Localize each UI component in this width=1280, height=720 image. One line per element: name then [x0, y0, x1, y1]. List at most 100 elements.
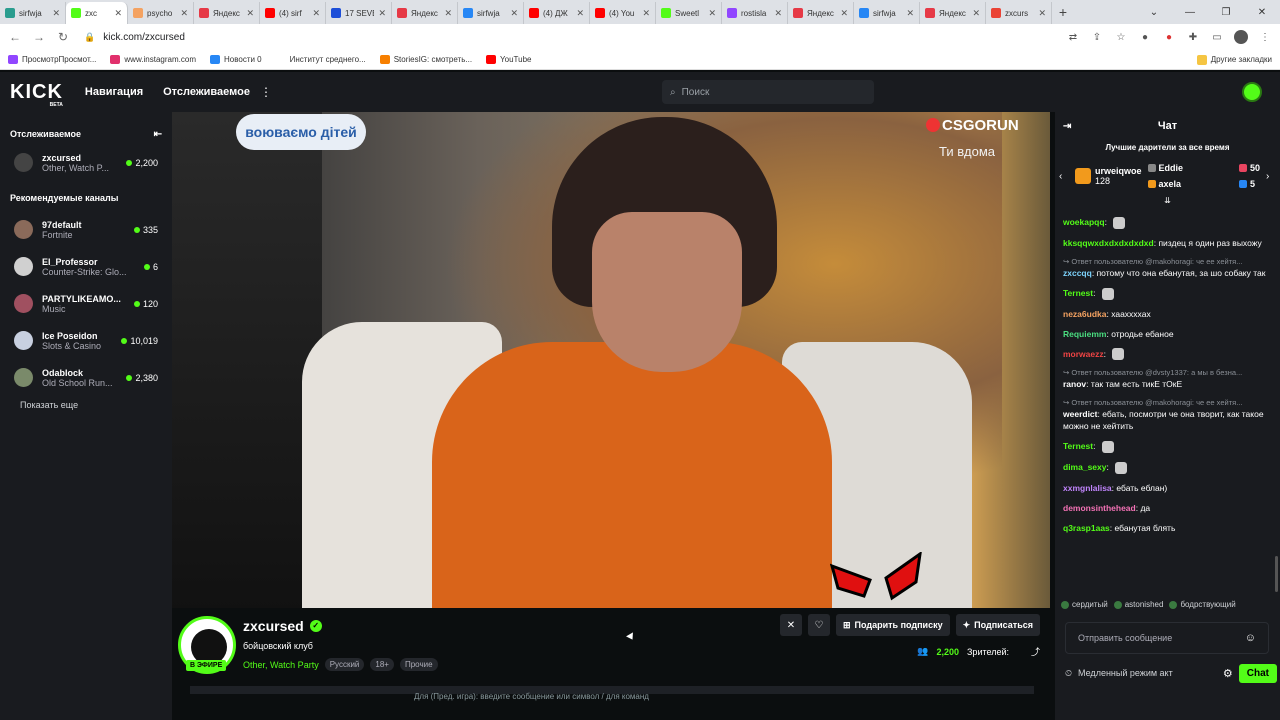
sidebar-channel[interactable]: PARTYLIKEAMO... Music 120 [0, 285, 172, 322]
chat-send-button[interactable]: Chat [1238, 663, 1277, 683]
mute-notifications-button[interactable]: ✕ [779, 614, 802, 636]
reply-context[interactable]: ↪ Ответ пользователю @makohoragi: че ее … [1063, 398, 1272, 408]
bookmark-item[interactable]: Новости 0 [209, 55, 262, 64]
browser-tab[interactable]: Яндекс ✕ [788, 2, 854, 24]
chat-username[interactable]: xxmgnlalisa [1063, 483, 1112, 493]
close-tab-icon[interactable]: ✕ [840, 8, 848, 19]
chat-username[interactable]: weerdict [1063, 409, 1098, 419]
browser-tab[interactable]: 17 SEVE ✕ [326, 2, 392, 24]
close-icon[interactable]: ✕ [1244, 7, 1280, 18]
show-more-link[interactable]: Показать еще [0, 396, 172, 414]
sidebar-channel[interactable]: Ice Poseidon Slots & Casino 10,019 [0, 322, 172, 359]
browser-tab[interactable]: (4) sirf ✕ [260, 2, 326, 24]
user-avatar[interactable] [1242, 82, 1262, 102]
browser-tab[interactable]: rostisla ✕ [722, 2, 788, 24]
browser-tab[interactable]: Sweetl ✕ [656, 2, 722, 24]
back-icon[interactable]: ← [8, 30, 22, 44]
close-tab-icon[interactable]: ✕ [114, 8, 122, 19]
chat-scrollbar[interactable] [1275, 556, 1278, 592]
adblock-icon[interactable]: ● [1162, 32, 1176, 43]
nav-link-following[interactable]: Отслеживаемое [163, 86, 250, 98]
browser-tab[interactable]: zxcurs ✕ [986, 2, 1052, 24]
browser-tab[interactable]: psycho ✕ [128, 2, 194, 24]
translate-icon[interactable]: ⇄ [1066, 32, 1080, 43]
stream-category[interactable]: Other, Watch Party [243, 660, 319, 670]
close-tab-icon[interactable]: ✕ [52, 8, 60, 19]
other-bookmarks[interactable]: Другие закладки [1196, 54, 1272, 65]
emote-suggestion[interactable]: astonished [1113, 600, 1163, 609]
chat-username[interactable]: kksqqwxdxdxdxdxdxd [1063, 238, 1154, 248]
maximize-icon[interactable]: ❐ [1208, 7, 1244, 18]
bookmark-item[interactable]: ПросмотрПросмот... [8, 55, 96, 64]
video-player[interactable]: воюваємо дітей CSGORUN Ти вдома [172, 112, 1050, 612]
subscribe-button[interactable]: ✦ Подписаться [955, 614, 1040, 636]
bookmark-item[interactable]: YouTube [486, 55, 531, 64]
chat-username[interactable]: ranov [1063, 379, 1086, 389]
more-menu-icon[interactable]: ⋮ [260, 85, 272, 99]
reload-icon[interactable]: ↻ [56, 30, 70, 44]
emote-suggestion[interactable]: бодрствующий [1169, 600, 1236, 609]
tag-chip[interactable]: 18+ [370, 658, 394, 671]
chat-username[interactable]: zxccqq [1063, 268, 1092, 278]
browser-tab[interactable]: sirfwja ✕ [0, 2, 66, 24]
chevron-down-icon[interactable]: ⌄ [1136, 7, 1172, 18]
lock-icon[interactable]: 🔒 [84, 32, 95, 43]
share-icon[interactable]: ⤴ [1031, 645, 1040, 658]
close-tab-icon[interactable]: ✕ [312, 8, 320, 19]
sidebar-channel[interactable]: Odablock Old School Run... 2,380 [0, 359, 172, 396]
emote-suggestion[interactable]: сердитый [1061, 600, 1108, 609]
chat-username[interactable]: neza6udka [1063, 309, 1106, 319]
gear-icon[interactable]: ⚙ [1223, 667, 1233, 680]
browser-tab[interactable]: Яндекс ✕ [392, 2, 458, 24]
chat-username[interactable]: morwaezz [1063, 349, 1104, 359]
chat-username[interactable]: Ternest [1063, 288, 1093, 298]
tag-chip[interactable]: Прочие [399, 658, 438, 671]
close-tab-icon[interactable]: ✕ [180, 8, 188, 19]
sidebar-channel[interactable]: 97default Fortnite 335 [0, 211, 172, 248]
sidebar-channel[interactable]: El_Professor Counter-Strike: Glo... 6 [0, 248, 172, 285]
close-tab-icon[interactable]: ✕ [444, 8, 452, 19]
bookmark-item[interactable]: StoriesIG: смотреть... [379, 55, 472, 64]
minimize-icon[interactable]: — [1172, 7, 1208, 18]
forward-icon[interactable]: → [32, 30, 46, 44]
kick-logo[interactable]: KICK BETA [10, 81, 63, 108]
browser-tab[interactable]: Яндекс ✕ [920, 2, 986, 24]
chat-username[interactable]: dima_sexy [1063, 462, 1106, 472]
chat-username[interactable]: Ternest [1063, 441, 1093, 451]
chat-input[interactable]: Отправить сообщение ☺ [1065, 622, 1269, 654]
close-tab-icon[interactable]: ✕ [510, 8, 518, 19]
browser-tab[interactable]: sirfwja ✕ [458, 2, 524, 24]
browser-tab[interactable]: zxc ✕ [66, 2, 128, 24]
chat-username[interactable]: demonsinthehead [1063, 503, 1136, 513]
browser-tab[interactable]: (4) ДЖ ✕ [524, 2, 590, 24]
reply-context[interactable]: ↪ Ответ пользователю @makohoragi: че ее … [1063, 257, 1272, 267]
collapse-sidebar-icon[interactable]: ⇤ [154, 129, 162, 140]
close-tab-icon[interactable]: ✕ [774, 8, 782, 19]
emoji-icon[interactable]: ☺ [1245, 632, 1256, 644]
chat-username[interactable]: woekapqq [1063, 217, 1105, 227]
chat-username[interactable]: q3rasp1aas [1063, 523, 1110, 533]
pin-icon[interactable]: ⇊ [1055, 196, 1280, 210]
browser-tab[interactable]: sirfwja ✕ [854, 2, 920, 24]
sidepanel-icon[interactable]: ▭ [1210, 32, 1224, 43]
puzzle-icon[interactable]: ✚ [1186, 32, 1200, 43]
browser-tab[interactable]: (4) You ✕ [590, 2, 656, 24]
chat-collapse-icon[interactable]: ⇥ [1063, 121, 1071, 132]
close-tab-icon[interactable]: ✕ [972, 8, 980, 19]
bookmark-item[interactable]: www.instagram.com [110, 55, 196, 64]
share-icon[interactable]: ⇪ [1090, 32, 1104, 43]
search-input[interactable]: ⌕ Поиск [662, 80, 874, 104]
close-tab-icon[interactable]: ✕ [378, 8, 386, 19]
close-tab-icon[interactable]: ✕ [1038, 8, 1046, 19]
star-icon[interactable]: ☆ [1114, 32, 1128, 43]
close-tab-icon[interactable]: ✕ [246, 8, 254, 19]
new-tab-button[interactable]: + [1052, 2, 1074, 24]
nav-link-browse[interactable]: Навигация [85, 86, 143, 98]
url-input[interactable]: 🔒 kick.com/zxcursed [80, 27, 1056, 47]
chevron-left-icon[interactable]: ‹ [1059, 171, 1069, 182]
sidebar-channel[interactable]: zxcursed Other, Watch P... 2,200 [0, 144, 172, 181]
extension-icon[interactable]: ● [1138, 32, 1152, 43]
close-tab-icon[interactable]: ✕ [906, 8, 914, 19]
tag-chip[interactable]: Русский [324, 658, 365, 671]
close-tab-icon[interactable]: ✕ [708, 8, 716, 19]
